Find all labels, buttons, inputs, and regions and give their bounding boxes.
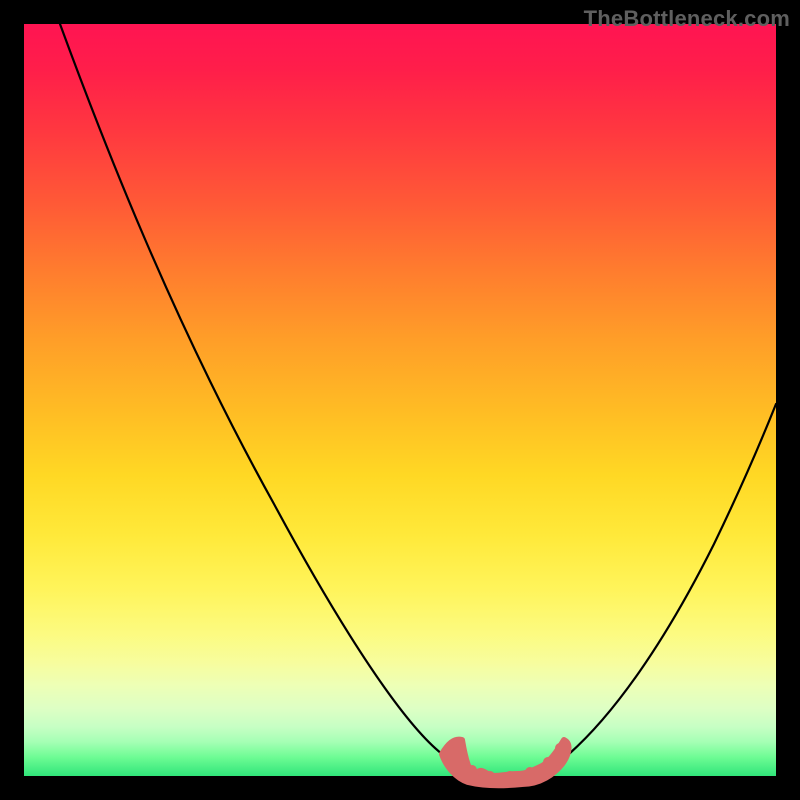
marker-dot [555, 743, 565, 753]
marker-dot [451, 747, 461, 757]
marker-dot [467, 765, 477, 775]
plot-area [24, 24, 776, 776]
chart-frame: TheBottleneck.com [0, 0, 800, 800]
marker-dot [525, 767, 535, 777]
marker-dot [485, 771, 495, 781]
marker-dot [543, 757, 553, 767]
bottleneck-curve-path [60, 24, 776, 776]
chart-svg [24, 24, 776, 776]
watermark-text: TheBottleneck.com [584, 6, 790, 32]
marker-dot [505, 771, 515, 781]
